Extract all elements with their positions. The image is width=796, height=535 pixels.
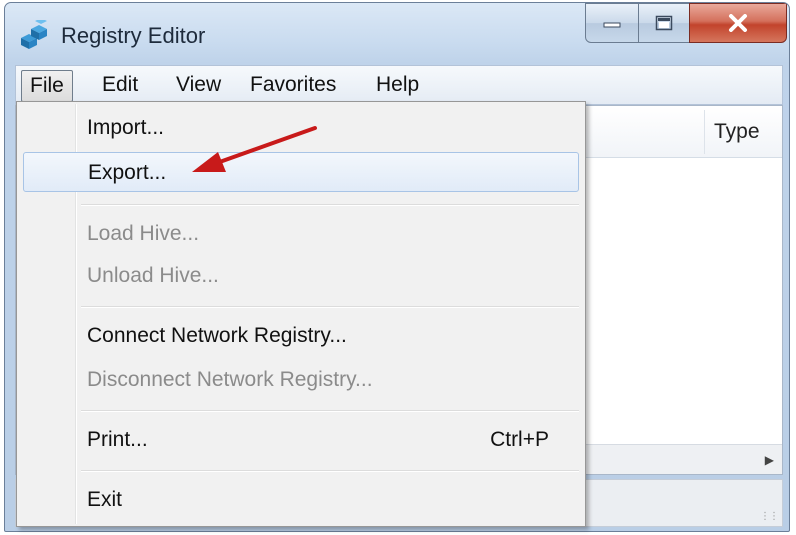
menu-item-exit[interactable]: Exit (23, 480, 579, 520)
minimize-icon (603, 22, 621, 28)
red-arrow-icon (192, 126, 317, 172)
menu-item-label: Disconnect Network Registry... (87, 368, 373, 391)
menu-file[interactable]: File (21, 70, 73, 102)
menu-separator (81, 204, 579, 206)
menu-item-label: Load Hive... (87, 222, 200, 245)
menu-separator (81, 306, 579, 308)
close-button[interactable] (689, 3, 787, 43)
menu-view[interactable]: View (168, 70, 229, 102)
menu-item-shortcut: Ctrl+P (490, 428, 549, 451)
scroll-right-arrow-icon[interactable]: ▶ (765, 453, 774, 467)
menu-item-unload-hive[interactable]: Unload Hive... (23, 256, 579, 296)
menu-item-label: Unload Hive... (87, 264, 219, 287)
menu-item-disconnect-network-registry[interactable]: Disconnect Network Registry... (23, 360, 579, 400)
menu-item-print[interactable]: Print... Ctrl+P (23, 420, 579, 460)
menu-item-label: Print... (87, 428, 148, 451)
resize-grip-icon[interactable]: ⋮⋮ (760, 511, 779, 522)
menu-edit[interactable]: Edit (94, 70, 146, 102)
column-type[interactable]: Type (714, 120, 760, 144)
menu-separator (81, 470, 579, 472)
maximize-icon (655, 15, 673, 31)
maximize-button[interactable] (638, 3, 690, 43)
menu-item-label: Import... (87, 116, 165, 139)
menu-separator (81, 410, 579, 412)
menu-item-connect-network-registry[interactable]: Connect Network Registry... (23, 316, 579, 356)
menu-favorites[interactable]: Favorites (242, 70, 344, 102)
registry-cubes-icon (21, 20, 47, 49)
menu-help[interactable]: Help (368, 70, 427, 102)
menu-item-label: Export... (88, 161, 167, 184)
column-divider[interactable] (704, 110, 705, 154)
minimize-button[interactable] (585, 3, 639, 43)
menu-item-load-hive[interactable]: Load Hive... (23, 214, 579, 254)
menu-bar: File Edit View Favorites Help (15, 65, 783, 105)
close-icon (729, 14, 747, 32)
menu-item-label: Exit (87, 488, 123, 511)
menu-item-label: Connect Network Registry... (87, 324, 347, 347)
title-bar[interactable]: Registry Editor (5, 3, 789, 65)
window-title: Registry Editor (61, 23, 206, 48)
